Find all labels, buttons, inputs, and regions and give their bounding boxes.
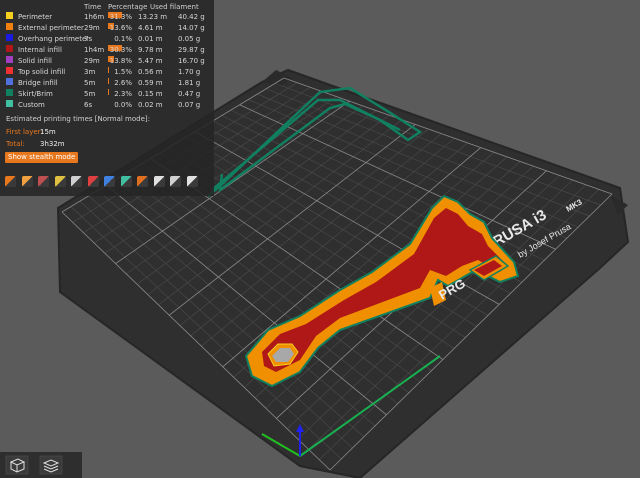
color-change-icon[interactable] [104,176,115,187]
feature-name: Custom [18,101,45,109]
feature-time: 5m [84,79,96,87]
feature-weight: 16.70 g [178,57,205,65]
feature-color-swatch [6,23,13,30]
retraction-icon[interactable] [38,176,49,187]
tool-marker-icon[interactable] [186,176,198,187]
custom-gcode-icon[interactable] [137,176,148,187]
feature-length: 9.78 m [138,46,163,54]
feature-time: 1h6m [84,13,105,21]
estimate-section: Estimated printing times [Normal mode]: [0,114,214,124]
feature-time: 6s [84,101,93,109]
feature-time: 7s [84,35,93,43]
feature-length: 13.23 m [138,13,168,21]
feature-color-swatch [6,67,13,74]
feature-weight: 1.70 g [178,68,201,76]
feature-name: Internal infill [18,46,62,54]
feature-row[interactable]: Perimeter 1h6m 31.3% 13.23 m 40.42 g [0,12,214,22]
feature-row[interactable]: Bridge infill 5m 2.6% 0.59 m 1.81 g [0,78,214,88]
feature-color-swatch [6,34,13,41]
feature-time: 29m [84,24,100,32]
header-used-filament: Used filament [150,3,199,11]
estimate-title: Estimated printing times [Normal mode]: [6,115,150,123]
feature-row[interactable]: Skirt/Brim 5m 2.3% 0.15 m 0.47 g [0,89,214,99]
feature-percentage: 31.3% [109,13,132,21]
feature-time: 29m [84,57,100,65]
tool-change-icon[interactable] [87,176,99,187]
feature-weight: 0.47 g [178,90,201,98]
feature-row[interactable]: Top solid infill 3m 1.5% 0.56 m 1.70 g [0,67,214,77]
legend-options-toolbar [0,172,214,192]
feature-percentage: 2.3% [114,90,132,98]
first-layer-label: First layer: [6,128,43,136]
feature-color-swatch [6,78,13,85]
feature-row[interactable]: External perimeter 29m 13.6% 4.61 m 14.07 g [0,23,214,33]
seam-icon[interactable] [71,176,82,187]
center-of-gravity-icon[interactable] [153,176,165,187]
shells-icon[interactable] [170,176,181,187]
feature-percentage: 13.8% [109,57,132,65]
feature-time: 5m [84,90,96,98]
header-percentage: Percentage [108,3,148,11]
header-time: Time [84,3,102,11]
pause-icon[interactable] [120,176,132,187]
feature-length: 0.02 m [138,101,163,109]
feature-percentage: 30.3% [109,46,132,54]
feature-time: 3m [84,68,96,76]
feature-length: 0.59 m [138,79,163,87]
wipe-icon[interactable] [21,176,33,187]
feature-name: Perimeter [18,13,53,21]
feature-name: Bridge infill [18,79,58,87]
feature-length: 5.47 m [138,57,163,65]
feature-color-swatch [6,89,13,96]
total-label: Total: [6,140,25,148]
feature-length: 4.61 m [138,24,163,32]
feature-weight: 40.42 g [178,13,205,21]
preview-layers-icon[interactable] [38,454,64,476]
feature-weight: 1.81 g [178,79,201,87]
feature-color-swatch [6,45,13,52]
feature-row[interactable]: Custom 6s 0.0% 0.02 m 0.07 g [0,100,214,110]
feature-name: Skirt/Brim [18,90,53,98]
view-toolbar [0,452,82,478]
feature-percentage: 1.5% [114,68,132,76]
feature-percentage: 0.1% [114,35,132,43]
feature-color-swatch [6,56,13,63]
feature-percentage: 13.6% [109,24,132,32]
feature-name: Top solid infill [18,68,66,76]
feature-weight: 29.87 g [178,46,205,54]
show-stealth-mode-button[interactable]: Show stealth mode [5,152,79,163]
feature-percentage-bar [108,78,110,84]
feature-time: 1h4m [84,46,105,54]
feature-name: Solid infill [18,57,52,65]
statistics-legend-panel: Time Percentage Used filament Perimeter 1… [0,0,214,196]
feature-percentage: 2.6% [114,79,132,87]
feature-weight: 14.07 g [178,24,205,32]
total-row: Total: 3h32m [0,139,214,149]
feature-row[interactable]: Solid infill 29m 13.8% 5.47 m 16.70 g [0,56,214,66]
feature-color-swatch [6,100,13,107]
feature-name: Overhang perimeter [18,35,90,43]
feature-row[interactable]: Overhang perimeter 7s 0.1% 0.01 m 0.05 g [0,34,214,44]
deretraction-icon[interactable] [54,176,66,187]
feature-percentage-bar [108,67,109,73]
feature-percentage-bar [108,89,110,95]
feature-percentage: 0.0% [114,101,132,109]
feature-length: 0.15 m [138,90,163,98]
feature-weight: 0.07 g [178,101,201,109]
total-value: 3h32m [40,140,65,148]
first-layer-value: 15m [40,128,56,136]
feature-length: 0.01 m [138,35,163,43]
travel-icon[interactable] [5,176,16,187]
feature-weight: 0.05 g [178,35,201,43]
feature-name: External perimeter [18,24,84,32]
feature-row[interactable]: Internal infill 1h4m 30.3% 9.78 m 29.87 g [0,45,214,55]
layer-view-icon[interactable] [4,454,30,476]
first-layer-row: First layer: 15m [0,127,214,137]
feature-length: 0.56 m [138,68,163,76]
feature-color-swatch [6,12,13,19]
